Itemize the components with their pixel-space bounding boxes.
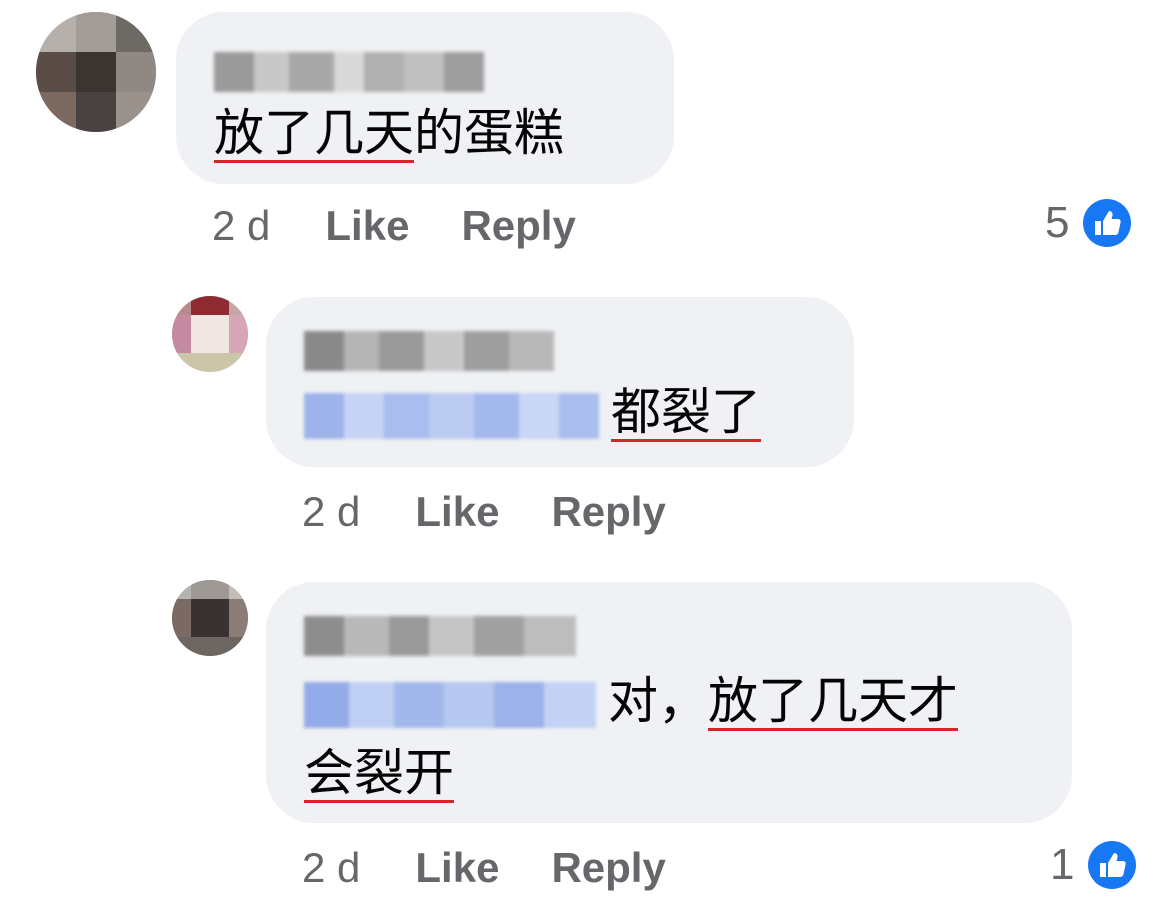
- like-button[interactable]: Like: [325, 202, 409, 250]
- like-icon: [1083, 199, 1132, 247]
- like-button[interactable]: Like: [415, 488, 499, 536]
- redacted-mention-link[interactable]: [304, 392, 599, 439]
- reply-text-line-1: 对，放了几天才: [304, 666, 958, 736]
- reaction-count: 1: [1050, 840, 1075, 889]
- comment-text-plain: 的蛋糕: [414, 104, 564, 162]
- reply-button[interactable]: Reply: [551, 488, 665, 536]
- reply-text-underlined: 放了几天才: [708, 672, 958, 730]
- reply-text-underlined: 都裂了: [611, 383, 761, 441]
- reply-text-plain: 对，: [608, 672, 708, 730]
- redacted-author-name[interactable]: [304, 331, 554, 371]
- reply-bubble: 对，放了几天才 会裂开: [266, 582, 1072, 823]
- reaction-summary[interactable]: 5: [1045, 198, 1132, 248]
- reply-text-line-2: 会裂开: [304, 738, 454, 808]
- reply-text: 都裂了: [304, 377, 761, 447]
- comment-text: 放了几天的蛋糕: [214, 98, 564, 168]
- comment-timestamp[interactable]: 2 d: [212, 202, 270, 250]
- reply-actions: 2 d Like Reply: [302, 482, 718, 542]
- reply-button[interactable]: Reply: [461, 202, 575, 250]
- redacted-author-name[interactable]: [304, 616, 576, 656]
- reaction-summary[interactable]: 1: [1050, 840, 1137, 890]
- reply-button[interactable]: Reply: [551, 844, 665, 892]
- avatar-image: [172, 296, 248, 372]
- reply-timestamp[interactable]: 2 d: [302, 488, 360, 536]
- avatar-image: [172, 580, 248, 656]
- redacted-author-name[interactable]: [214, 52, 484, 92]
- reply-timestamp[interactable]: 2 d: [302, 844, 360, 892]
- reply-bubble: 都裂了: [266, 297, 854, 467]
- comment-actions: 2 d Like Reply: [212, 196, 628, 256]
- avatar-image: [36, 12, 156, 132]
- like-button[interactable]: Like: [415, 844, 499, 892]
- redacted-mention-link[interactable]: [304, 681, 596, 728]
- reply-actions: 2 d Like Reply: [302, 838, 718, 898]
- comment-bubble: 放了几天的蛋糕: [176, 12, 674, 184]
- comment-text-underlined: 放了几天: [214, 104, 414, 162]
- commenter-avatar[interactable]: [36, 12, 156, 132]
- reaction-count: 5: [1045, 198, 1070, 247]
- replier-avatar[interactable]: [172, 296, 248, 372]
- reply-text-underlined: 会裂开: [304, 744, 454, 802]
- like-icon: [1088, 841, 1137, 889]
- replier-avatar[interactable]: [172, 580, 248, 656]
